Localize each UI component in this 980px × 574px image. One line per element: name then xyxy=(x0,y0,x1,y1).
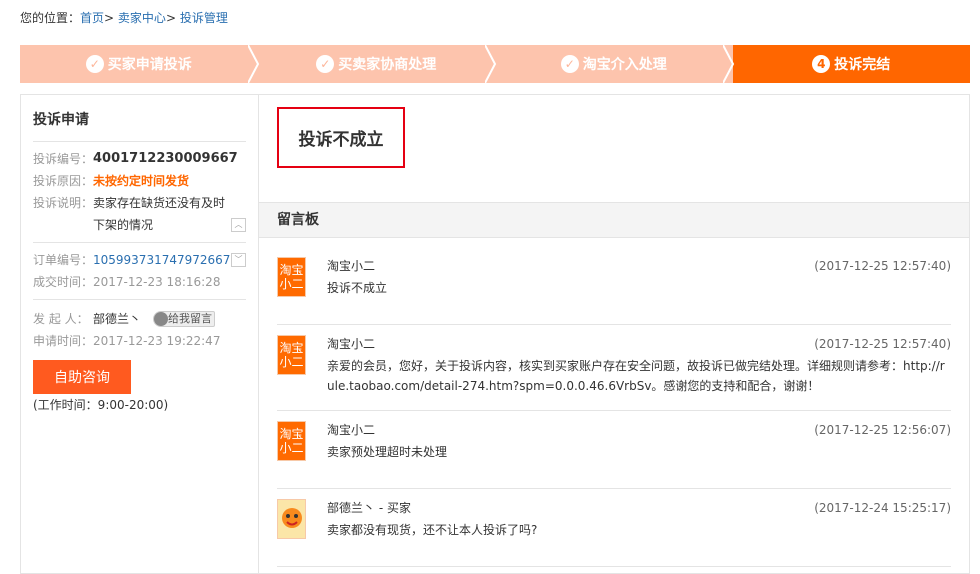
message-list: 淘宝 小二 淘宝小二 (2017-12-25 12:57:40) 投诉不成立 淘宝 小二 淘宝… xyxy=(277,247,951,567)
step-2: ✓ 买卖家协商处理 xyxy=(257,45,497,83)
complaint-result: 投诉不成立 xyxy=(277,107,405,168)
message-time: (2017-12-25 12:56:07) xyxy=(814,423,951,437)
check-icon: ✓ xyxy=(316,55,335,73)
initiator: 部德兰丶 xyxy=(93,312,142,326)
user-avatar xyxy=(277,499,306,539)
avatar-text: 淘宝 xyxy=(279,427,304,441)
message-text: 投诉不成立 xyxy=(327,281,388,295)
message-time: (2017-12-25 12:57:40) xyxy=(814,337,951,351)
message-time: (2017-12-24 15:25:17) xyxy=(814,501,951,515)
message-time: (2017-12-25 12:57:40) xyxy=(814,259,951,273)
step-3: ✓ 淘宝介入处理 xyxy=(495,45,734,83)
check-icon: ✓ xyxy=(85,55,104,73)
complaint-info-panel: 投诉申请 投诉编号： 4001712230009667 投诉原因： 未按约定时间发货… xyxy=(20,94,259,574)
taobao-xiaoer-avatar: 淘宝 小二 xyxy=(277,257,306,297)
complaint-description: 卖家存在缺货还没有及时下架的情况 xyxy=(93,196,226,232)
label: 成交时间： xyxy=(33,275,94,289)
message-text: 卖家都没有现货，还不让本人投诉了吗? xyxy=(327,523,538,537)
order-number-link[interactable]: 105993731747972667 xyxy=(93,249,230,271)
message-text: 亲爱的会员，您好，关于投诉内容，核实到买家账户存在安全问题，故投诉已做完结处理。… xyxy=(327,359,945,393)
deal-time: 2017-12-23 18:16:28 xyxy=(93,275,221,289)
step-label: 买卖家协商处理 xyxy=(338,57,437,73)
message-author: 淘宝小二 xyxy=(327,259,376,273)
breadcrumb: 您的位置：首页> 卖家中心> 投诉管理 xyxy=(20,9,228,26)
breadcrumb-seller-center[interactable]: 卖家中心 xyxy=(118,11,166,25)
result-panel: 投诉不成立 留言板 淘宝 小二 淘宝小二 (2017-12-25 12:57:40) 投… xyxy=(258,94,970,574)
step-4: 4 投诉完结 xyxy=(732,45,970,83)
check-icon: ✓ xyxy=(560,55,579,73)
sep: > xyxy=(165,11,176,25)
step-label: 淘宝介入处理 xyxy=(582,57,667,73)
step-1: ✓ 买家申请投诉 xyxy=(20,45,259,83)
avatar-text: 淘宝 xyxy=(279,341,304,355)
message-item: 淘宝 小二 淘宝小二 (2017-12-25 12:57:40) 亲爱的会员，您好，关于… xyxy=(277,325,951,411)
leave-message-label: 给我留言 xyxy=(168,312,213,325)
complaint-id: 4001712230009667 xyxy=(93,151,238,166)
avatar-text: 小二 xyxy=(279,441,304,455)
avatar-text: 淘宝 xyxy=(279,263,304,277)
breadcrumb-home[interactable]: 首页 xyxy=(80,11,104,25)
chat-icon xyxy=(154,312,169,326)
apply-time: 2017-12-23 19:22:47 xyxy=(93,334,221,348)
avatar-text: 小二 xyxy=(279,277,304,291)
label: 投诉说明： xyxy=(33,196,94,210)
leave-message-button[interactable]: 给我留言 xyxy=(153,311,216,327)
progress-steps: ✓ 买家申请投诉 ✓ 买卖家协商处理 ✓ 淘宝介入处理 4 投诉完结 xyxy=(20,45,970,83)
message-item: 部德兰丶 - 买家 (2017-12-24 15:25:17) 卖家都没有现货，还不… xyxy=(277,489,951,567)
label: 投诉原因： xyxy=(33,174,94,188)
taobao-xiaoer-avatar: 淘宝 小二 xyxy=(277,421,306,461)
message-author: 部德兰丶 - 买家 xyxy=(327,501,411,515)
panel-title: 投诉申请 xyxy=(33,109,246,142)
message-board-header: 留言板 xyxy=(259,202,969,238)
taobao-xiaoer-avatar: 淘宝 小二 xyxy=(277,335,306,375)
complaint-reason: 未按约定时间发货 xyxy=(93,174,190,188)
label: 投诉编号： xyxy=(33,152,94,166)
message-item: 淘宝 小二 淘宝小二 (2017-12-25 12:57:40) 投诉不成立 xyxy=(277,247,951,325)
message-item: 淘宝 小二 淘宝小二 (2017-12-25 12:56:07) 卖家预处理超时未处理 xyxy=(277,411,951,489)
message-text: 卖家预处理超时未处理 xyxy=(327,445,448,459)
self-service-consult-button[interactable]: 自助咨询 xyxy=(33,360,131,394)
breadcrumb-complaints[interactable]: 投诉管理 xyxy=(180,11,228,25)
working-hours: (工作时间：9:00-20:00) xyxy=(33,398,169,412)
sep: > xyxy=(104,11,115,25)
step-label: 买家申请投诉 xyxy=(107,57,192,73)
label: 申请时间： xyxy=(33,334,94,348)
avatar-text: 小二 xyxy=(279,355,304,369)
step-label: 投诉完结 xyxy=(834,57,891,73)
label: 订单编号： xyxy=(33,253,94,267)
step-number-icon: 4 xyxy=(812,55,831,73)
message-author: 淘宝小二 xyxy=(327,423,376,437)
collapse-icon[interactable]: ︿ xyxy=(231,218,246,232)
message-author: 淘宝小二 xyxy=(327,337,376,351)
breadcrumb-label: 您的位置： xyxy=(20,11,81,25)
label: 发 起 人： xyxy=(33,312,89,326)
expand-icon[interactable]: ﹀ xyxy=(231,253,246,267)
